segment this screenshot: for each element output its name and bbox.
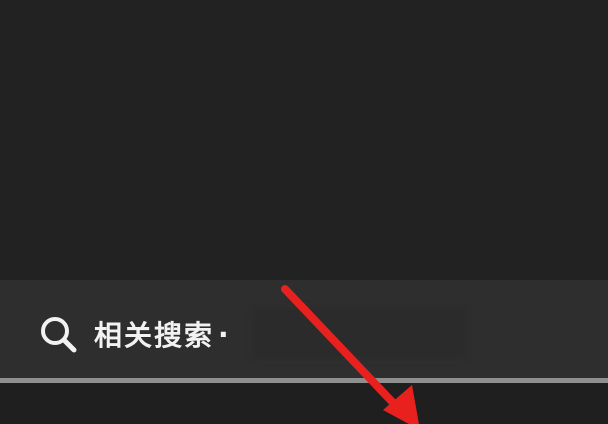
search-icon: [38, 314, 78, 354]
screen: 相关搜索 ·: [0, 0, 608, 424]
redacted-query-text[interactable]: [257, 312, 461, 354]
bottom-area: [0, 383, 608, 424]
related-search-separator: ·: [218, 317, 229, 351]
related-search-row[interactable]: 相关搜索 ·: [38, 312, 229, 356]
content-area: [0, 0, 608, 280]
related-search-label: 相关搜索: [94, 319, 215, 352]
